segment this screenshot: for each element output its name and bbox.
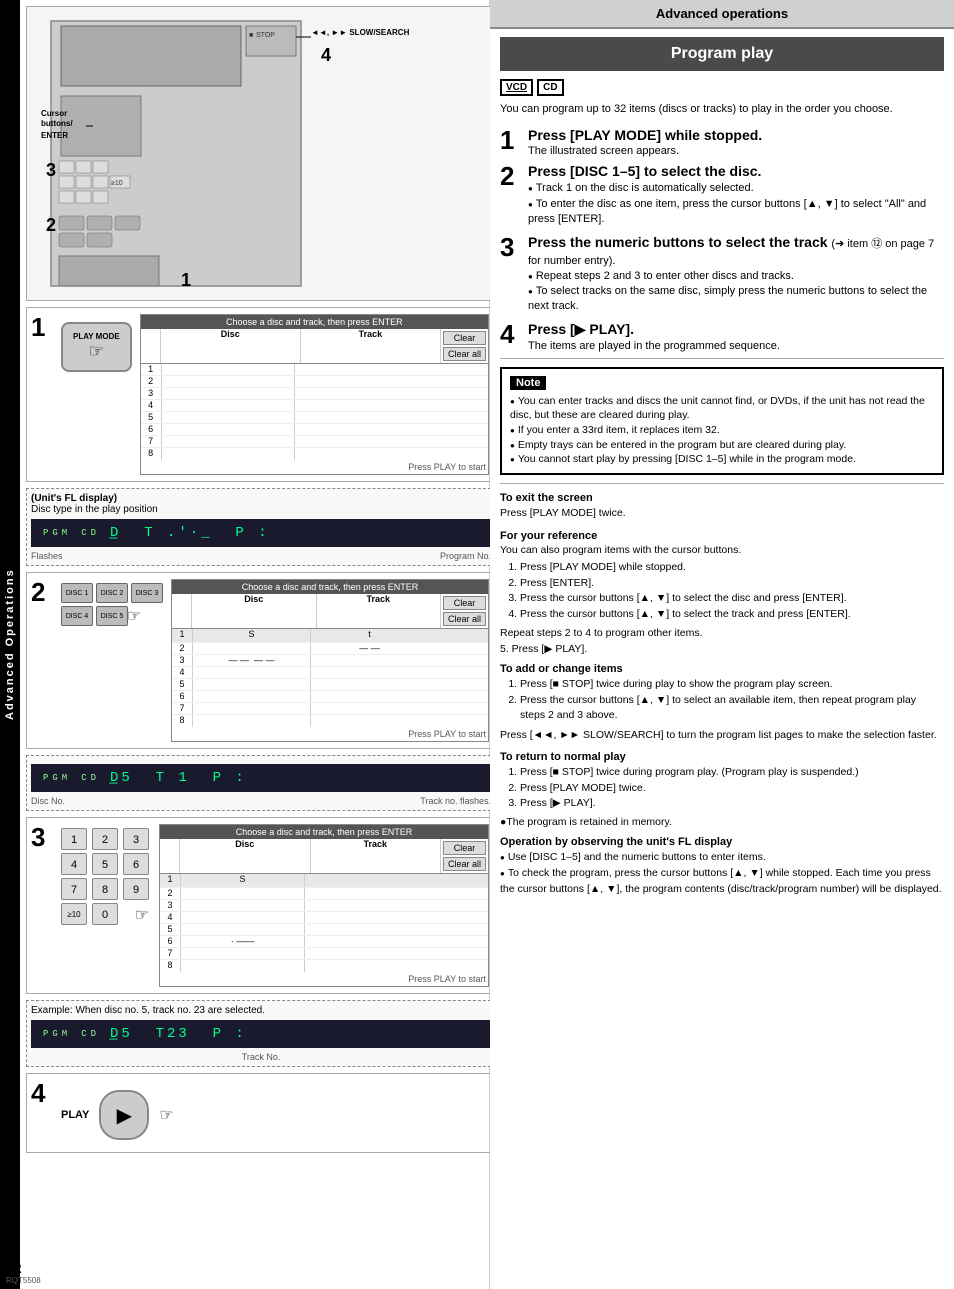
- exit-heading: To exit the screen: [500, 492, 944, 504]
- step1-dialog: Choose a disc and track, then press ENTE…: [140, 314, 489, 475]
- clear-button-3[interactable]: Clear: [443, 841, 486, 855]
- fl-op-bullets: ●Use [DISC 1–5] and the numeric buttons …: [500, 850, 944, 897]
- note-box: Note ●You can enter tracks and discs the…: [500, 367, 944, 475]
- step3-number: 3: [31, 822, 45, 853]
- right-panel: Advanced operations Program play VCD CD …: [490, 0, 954, 1289]
- num-5-btn[interactable]: 5: [92, 853, 118, 875]
- numeric-buttons: 1 2 3 4 5 6 7 8 9 ≥10 0 ☞: [61, 828, 151, 925]
- right-step-2: 2 Press [DISC 1–5] to select the disc. ●…: [500, 163, 944, 227]
- sidebar-label: Advanced Operations: [0, 0, 20, 1289]
- right-step-4: 4 Press [▶ PLAY]. The items are played i…: [500, 321, 944, 352]
- exit-content: Press [PLAY MODE] twice.: [500, 506, 944, 522]
- play-mode-button: PLAY MODE ☞: [61, 322, 132, 372]
- step4-section: 4 PLAY ▶ ☞: [26, 1073, 496, 1153]
- normal-play-heading: To return to normal play: [500, 751, 944, 763]
- format-badges: VCD CD: [500, 79, 944, 96]
- right-step-1: 1 Press [PLAY MODE] while stopped. The i…: [500, 127, 944, 157]
- step2-dialog: Choose a disc and track, then press ENTE…: [171, 579, 489, 742]
- svg-text:Cursor: Cursor: [41, 109, 67, 118]
- svg-text:buttons/: buttons/: [41, 119, 73, 128]
- disc1-btn[interactable]: DISC 1: [61, 583, 93, 603]
- step1-section: 1 PLAY MODE ☞ Choose a disc and track, t…: [26, 307, 496, 482]
- svg-text:■: ■: [249, 32, 253, 39]
- add-change-heading: To add or change items: [500, 663, 944, 675]
- page-number: 22: [6, 1260, 41, 1276]
- num-2-btn[interactable]: 2: [92, 828, 118, 850]
- play-button[interactable]: ▶: [99, 1090, 149, 1140]
- step2-number: 2: [31, 577, 45, 608]
- cd-badge: CD: [537, 79, 563, 96]
- svg-text:1: 1: [181, 270, 191, 290]
- step1-dialog-rows: 1 2 3 4 5 6 7 8: [141, 364, 488, 460]
- num-3-btn[interactable]: 3: [123, 828, 149, 850]
- note-title: Note: [510, 376, 546, 390]
- add-change-steps: Press [■ STOP] twice during play to show…: [520, 677, 944, 724]
- num-1-btn[interactable]: 1: [61, 828, 87, 850]
- vcd-badge: VCD: [500, 79, 533, 96]
- program-play-header: Program play: [500, 37, 944, 71]
- step1-number: 1: [31, 312, 45, 343]
- clear-button-1[interactable]: Clear: [443, 331, 486, 345]
- page-header: Advanced operations: [490, 0, 954, 29]
- reference-steps: Press [PLAY MODE] while stopped. Press […: [520, 560, 944, 623]
- example-section: Example: When disc no. 5, track no. 23 a…: [26, 1000, 496, 1067]
- clear-button-2[interactable]: Clear: [443, 596, 486, 610]
- num-4-btn[interactable]: 4: [61, 853, 87, 875]
- reference-repeat: Repeat steps 2 to 4 to program other ite…: [500, 627, 944, 639]
- num-8-btn[interactable]: 8: [92, 878, 118, 900]
- num-7-btn[interactable]: 7: [61, 878, 87, 900]
- svg-text:3: 3: [46, 160, 56, 180]
- disc3-btn[interactable]: DISC 3: [131, 583, 163, 603]
- step3-dialog-rows: 1S 2 3 4 5 6· —— 7 8: [160, 874, 488, 972]
- normal-play-extra: ●The program is retained in memory.: [500, 816, 944, 828]
- right-step-3: 3 Press the numeric buttons to select th…: [500, 234, 944, 315]
- num-0-btn[interactable]: 0: [92, 903, 118, 925]
- svg-text:◄◄, ►► SLOW/SEARCH: ◄◄, ►► SLOW/SEARCH: [311, 28, 410, 37]
- reference-intro: You can also program items with the curs…: [500, 544, 944, 556]
- add-change-extra: Press [◄◄, ►► SLOW/SEARCH] to turn the p…: [500, 728, 944, 743]
- svg-text:ENTER: ENTER: [41, 131, 68, 140]
- intro-text: You can program up to 32 items (discs or…: [500, 102, 944, 117]
- clear-all-button-2[interactable]: Clear all: [443, 612, 486, 626]
- fl-display-section-1: (Unit's FL display) Disc type in the pla…: [26, 488, 496, 566]
- device-svg: ■ STOP ◄◄, ►► SLOW/SEARCH 4 Cursor butto…: [31, 11, 491, 296]
- svg-text:2: 2: [46, 215, 56, 235]
- step3-dialog: Choose a disc and track, then press ENTE…: [159, 824, 489, 987]
- reference-heading: For your reference: [500, 530, 944, 542]
- disc2-btn[interactable]: DISC 2: [96, 583, 128, 603]
- step2-section: 2 DISC 1 DISC 2 DISC 3 DISC 4 DISC 5 ☞: [26, 572, 496, 749]
- num-9-btn[interactable]: 9: [123, 878, 149, 900]
- reference-step5: 5. Press [▶ PLAY].: [500, 643, 944, 655]
- fl-display-section-2: PGM CD D̲5 T 1 P : Disc No. Track no. fl…: [26, 755, 496, 811]
- step2-dialog-rows: 1St 2— — 3— — — — 4 5 6 7 8: [172, 629, 488, 727]
- device-diagram: ■ STOP ◄◄, ►► SLOW/SEARCH 4 Cursor butto…: [26, 6, 496, 301]
- step4-number: 4: [31, 1078, 45, 1109]
- clear-all-button-3[interactable]: Clear all: [443, 857, 486, 871]
- fl-op-heading: Operation by observing the unit's FL dis…: [500, 836, 944, 848]
- model-number: RQT5508: [6, 1276, 41, 1285]
- disc5-btn[interactable]: DISC 5 ☞: [96, 606, 128, 626]
- clear-all-button-1[interactable]: Clear all: [443, 347, 486, 361]
- svg-text:4: 4: [321, 45, 331, 65]
- num-ge10-btn[interactable]: ≥10: [61, 903, 87, 925]
- disc4-btn[interactable]: DISC 4: [61, 606, 93, 626]
- disc-buttons: DISC 1 DISC 2 DISC 3 DISC 4 DISC 5 ☞: [61, 583, 163, 626]
- svg-text:≥10: ≥10: [111, 180, 123, 187]
- svg-text:STOP: STOP: [256, 32, 275, 39]
- num-6-btn[interactable]: 6: [123, 853, 149, 875]
- normal-play-steps: Press [■ STOP] twice during program play…: [520, 765, 944, 812]
- step3-section: 3 1 2 3 4 5 6 7 8 9 ≥10 0 ☞: [26, 817, 496, 994]
